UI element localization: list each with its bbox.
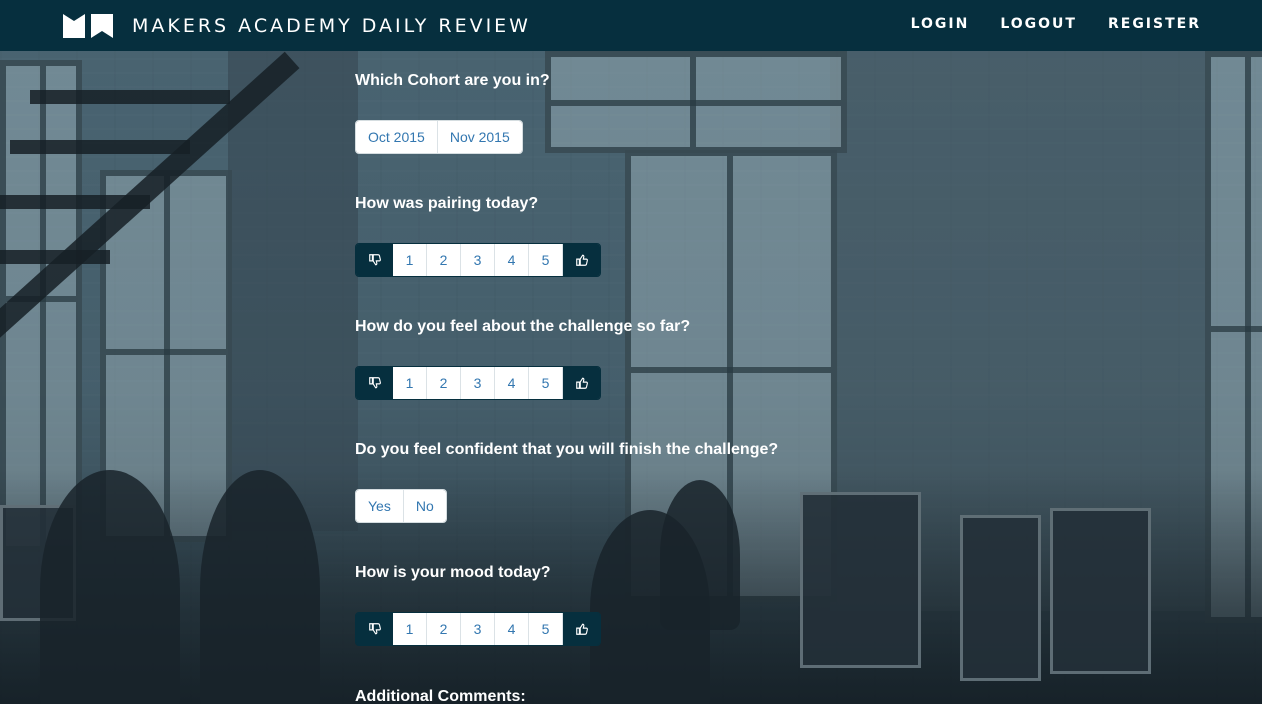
mood-rating-2[interactable]: 2 — [427, 613, 461, 645]
nav-login-link[interactable]: LOGIN — [911, 16, 970, 32]
pairing-rating-4[interactable]: 4 — [495, 244, 529, 276]
cohort-label: Which Cohort are you in? — [355, 72, 550, 89]
thumbs-down-icon[interactable] — [356, 367, 393, 399]
mood-rating-4[interactable]: 4 — [495, 613, 529, 645]
challenge-rating-3[interactable]: 3 — [461, 367, 495, 399]
pairing-question: How was pairing today? 1 2 3 4 5 — [355, 195, 955, 318]
thumbs-up-icon[interactable] — [563, 244, 600, 276]
nav-register-link[interactable]: REGISTER — [1108, 16, 1201, 32]
cohort-question: Which Cohort are you in? Oct 2015 Nov 20… — [355, 72, 955, 195]
thumbs-down-icon[interactable] — [356, 613, 393, 645]
top-nav: LOGIN LOGOUT REGISTER — [880, 16, 1201, 32]
mood-rating-group: 1 2 3 4 5 — [355, 612, 601, 646]
cohort-oct-button[interactable]: Oct 2015 — [356, 121, 438, 153]
challenge-rating-5[interactable]: 5 — [529, 367, 563, 399]
brand-title: MAKERS ACADEMY DAILY REVIEW — [132, 15, 531, 37]
confidence-question: Do you feel confident that you will fini… — [355, 441, 955, 564]
mood-rating-1[interactable]: 1 — [393, 613, 427, 645]
confidence-label: Do you feel confident that you will fini… — [355, 441, 779, 458]
makers-logo-icon — [63, 14, 113, 38]
confidence-yes-button[interactable]: Yes — [356, 490, 404, 522]
challenge-rating-4[interactable]: 4 — [495, 367, 529, 399]
challenge-question: How do you feel about the challenge so f… — [355, 318, 955, 441]
mood-label: How is your mood today? — [355, 564, 551, 581]
pairing-rating-5[interactable]: 5 — [529, 244, 563, 276]
pairing-rating-3[interactable]: 3 — [461, 244, 495, 276]
navbar: MAKERS ACADEMY DAILY REVIEW LOGIN LOGOUT… — [0, 0, 1262, 51]
pairing-label: How was pairing today? — [355, 195, 539, 212]
nav-logout-link[interactable]: LOGOUT — [1000, 16, 1077, 32]
challenge-rating-group: 1 2 3 4 5 — [355, 366, 601, 400]
challenge-rating-1[interactable]: 1 — [393, 367, 427, 399]
comments-label: Additional Comments: — [355, 688, 526, 704]
mood-rating-3[interactable]: 3 — [461, 613, 495, 645]
cohort-nov-button[interactable]: Nov 2015 — [437, 121, 522, 153]
confidence-no-button[interactable]: No — [403, 490, 446, 522]
review-form: Which Cohort are you in? Oct 2015 Nov 20… — [355, 72, 955, 704]
cohort-button-group: Oct 2015 Nov 2015 — [355, 120, 523, 154]
confidence-button-group: Yes No — [355, 489, 447, 523]
mood-rating-5[interactable]: 5 — [529, 613, 563, 645]
thumbs-down-icon[interactable] — [356, 244, 393, 276]
brand[interactable]: MAKERS ACADEMY DAILY REVIEW — [62, 12, 531, 40]
thumbs-up-icon[interactable] — [563, 367, 600, 399]
pairing-rating-1[interactable]: 1 — [393, 244, 427, 276]
challenge-label: How do you feel about the challenge so f… — [355, 318, 691, 335]
mood-question: How is your mood today? 1 2 3 4 5 — [355, 564, 955, 687]
pairing-rating-group: 1 2 3 4 5 — [355, 243, 601, 277]
thumbs-up-icon[interactable] — [563, 613, 600, 645]
pairing-rating-2[interactable]: 2 — [427, 244, 461, 276]
challenge-rating-2[interactable]: 2 — [427, 367, 461, 399]
